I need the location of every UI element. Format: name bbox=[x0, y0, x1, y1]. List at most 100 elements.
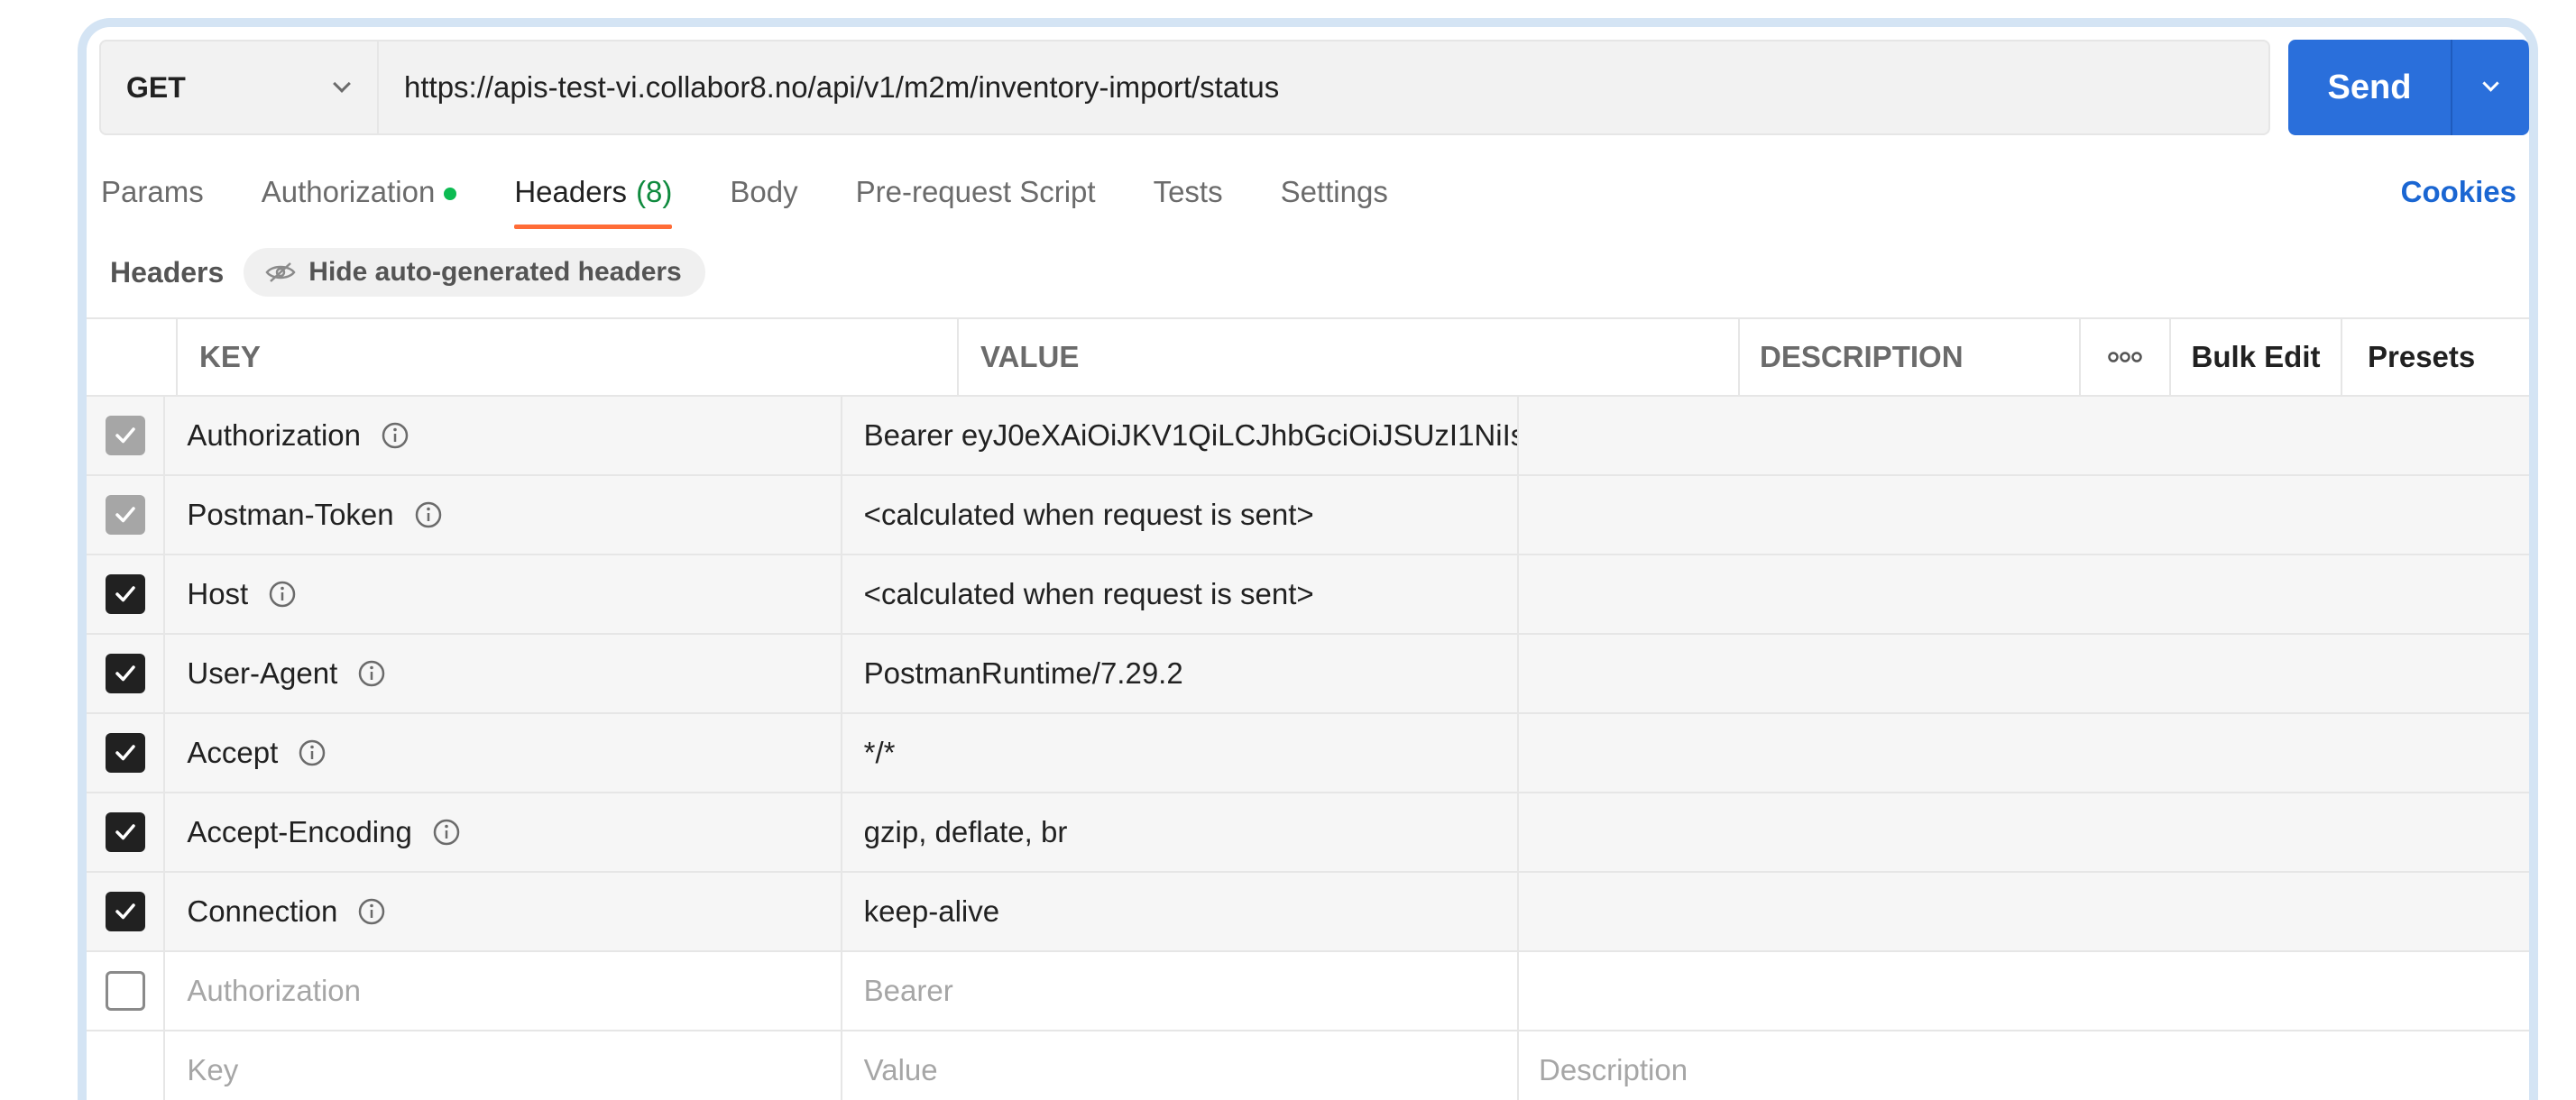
row-value[interactable]: */* bbox=[842, 714, 1519, 792]
row-checkbox-cell bbox=[87, 397, 166, 474]
check-icon bbox=[115, 745, 135, 761]
row-key[interactable]: Authorization bbox=[165, 952, 842, 1030]
table-row-new: Key Value Description bbox=[87, 1031, 2529, 1100]
method-label: GET bbox=[126, 70, 186, 104]
presets-dropdown[interactable]: Presets bbox=[2342, 319, 2529, 395]
header-check-col bbox=[87, 319, 178, 395]
tab-params[interactable]: Params bbox=[101, 162, 204, 234]
tab-label: Pre-request Script bbox=[855, 175, 1096, 208]
row-key[interactable]: Authorization bbox=[165, 397, 842, 474]
row-checkbox-cell bbox=[87, 873, 166, 950]
row-description[interactable] bbox=[1519, 714, 2529, 792]
info-icon[interactable] bbox=[298, 738, 327, 767]
row-key-label: Authorization bbox=[187, 418, 361, 452]
hide-auto-headers-label: Hide auto-generated headers bbox=[308, 257, 682, 287]
row-checkbox-cell bbox=[87, 714, 166, 792]
chevron-down-icon bbox=[333, 75, 351, 93]
row-checkbox[interactable] bbox=[105, 733, 145, 773]
row-description[interactable] bbox=[1519, 476, 2529, 554]
tab-authorization[interactable]: Authorization bbox=[262, 162, 457, 234]
cookies-link[interactable]: Cookies bbox=[2401, 175, 2516, 209]
send-options-button[interactable] bbox=[2452, 40, 2529, 135]
row-checkbox[interactable] bbox=[105, 971, 145, 1011]
column-header-description: DESCRIPTION bbox=[1740, 319, 2081, 395]
row-description[interactable] bbox=[1519, 873, 2529, 950]
new-value-input[interactable]: Value bbox=[842, 1031, 1519, 1100]
more-dots-icon bbox=[2108, 352, 2142, 362]
row-key[interactable]: User-Agent bbox=[165, 635, 842, 712]
table-row: User-Agent PostmanRuntime/7.29.2 bbox=[87, 635, 2529, 714]
table-row: Authorization Bearer eyJ0eXAiOiJKV1QiLCJh… bbox=[87, 397, 2529, 476]
row-key-label: User-Agent bbox=[187, 656, 338, 690]
row-key[interactable]: Connection bbox=[165, 873, 842, 950]
send-button[interactable]: Send bbox=[2288, 40, 2452, 135]
hide-auto-headers-toggle[interactable]: Hide auto-generated headers bbox=[244, 248, 705, 297]
row-value[interactable]: Bearer bbox=[842, 952, 1519, 1030]
table-header-row: KEY VALUE DESCRIPTION Bulk Edit Presets bbox=[87, 317, 2529, 397]
send-button-group: Send bbox=[2288, 40, 2529, 135]
row-value[interactable]: PostmanRuntime/7.29.2 bbox=[842, 635, 1519, 712]
info-icon[interactable] bbox=[381, 421, 409, 450]
more-options-button[interactable] bbox=[2081, 319, 2171, 395]
row-description[interactable] bbox=[1519, 397, 2529, 474]
tab-label: Authorization bbox=[261, 175, 436, 208]
row-key-label: Connection bbox=[187, 894, 338, 928]
row-value[interactable]: <calculated when request is sent> bbox=[842, 476, 1519, 554]
request-tabs: Params Authorization Headers (8) Body Pre… bbox=[101, 162, 1446, 234]
presets-label: Presets bbox=[2368, 340, 2476, 373]
tab-headers[interactable]: Headers (8) bbox=[514, 162, 673, 234]
info-icon[interactable] bbox=[432, 818, 461, 847]
info-icon[interactable] bbox=[414, 500, 443, 529]
info-icon[interactable] bbox=[268, 580, 297, 609]
table-row: Host <calculated when request is sent> bbox=[87, 555, 2529, 635]
row-description[interactable] bbox=[1519, 555, 2529, 633]
column-header-value: VALUE bbox=[959, 319, 1740, 395]
row-key[interactable]: Accept-Encoding bbox=[165, 793, 842, 871]
row-checkbox[interactable] bbox=[105, 892, 145, 931]
row-description[interactable] bbox=[1519, 635, 2529, 712]
tab-label: Settings bbox=[1280, 175, 1388, 208]
row-description[interactable] bbox=[1519, 952, 2529, 1030]
check-icon bbox=[115, 427, 135, 444]
url-input[interactable] bbox=[379, 41, 2268, 133]
method-select[interactable]: GET bbox=[101, 41, 379, 133]
url-bar: GET bbox=[99, 40, 2270, 135]
row-key[interactable]: Postman-Token bbox=[165, 476, 842, 554]
info-icon[interactable] bbox=[357, 897, 386, 926]
row-checkbox-cell bbox=[87, 1031, 166, 1100]
row-checkbox[interactable] bbox=[105, 416, 145, 455]
row-checkbox-cell bbox=[87, 476, 166, 554]
row-checkbox[interactable] bbox=[105, 495, 145, 535]
row-key-label: Postman-Token bbox=[187, 498, 394, 531]
table-row: Postman-Token <calculated when request is… bbox=[87, 476, 2529, 555]
table-row-disabled: Authorization Bearer bbox=[87, 952, 2529, 1031]
row-checkbox[interactable] bbox=[105, 574, 145, 614]
row-value[interactable]: Bearer eyJ0eXAiOiJKV1QiLCJhbGciOiJSUzI1N… bbox=[842, 397, 1519, 474]
bulk-edit-button[interactable]: Bulk Edit bbox=[2171, 319, 2342, 395]
row-checkbox[interactable] bbox=[105, 654, 145, 693]
tab-pre-request-script[interactable]: Pre-request Script bbox=[856, 162, 1096, 234]
row-value[interactable]: <calculated when request is sent> bbox=[842, 555, 1519, 633]
tab-settings[interactable]: Settings bbox=[1281, 162, 1388, 234]
info-icon[interactable] bbox=[357, 659, 386, 688]
tab-tests[interactable]: Tests bbox=[1154, 162, 1223, 234]
request-panel: GET Send Params Authorization Headers(8)… bbox=[78, 18, 2538, 1100]
check-icon bbox=[115, 507, 135, 523]
column-header-key: KEY bbox=[178, 319, 959, 395]
row-key[interactable]: Accept bbox=[165, 714, 842, 792]
new-description-input[interactable]: Description bbox=[1519, 1031, 2529, 1100]
row-checkbox-cell bbox=[87, 793, 166, 871]
row-value[interactable]: gzip, deflate, br bbox=[842, 793, 1519, 871]
row-value[interactable]: keep-alive bbox=[842, 873, 1519, 950]
tab-body[interactable]: Body bbox=[730, 162, 797, 234]
auth-status-dot-icon bbox=[444, 188, 457, 200]
row-checkbox-cell bbox=[87, 952, 166, 1030]
table-row: Connection keep-alive bbox=[87, 873, 2529, 952]
headers-subbar: Headers Hide auto-generated headers bbox=[110, 247, 705, 298]
tab-label: Headers bbox=[514, 175, 628, 208]
row-description[interactable] bbox=[1519, 793, 2529, 871]
row-checkbox[interactable] bbox=[105, 812, 145, 852]
chevron-down-icon bbox=[2482, 75, 2499, 92]
row-key[interactable]: Host bbox=[165, 555, 842, 633]
new-key-input[interactable]: Key bbox=[165, 1031, 842, 1100]
